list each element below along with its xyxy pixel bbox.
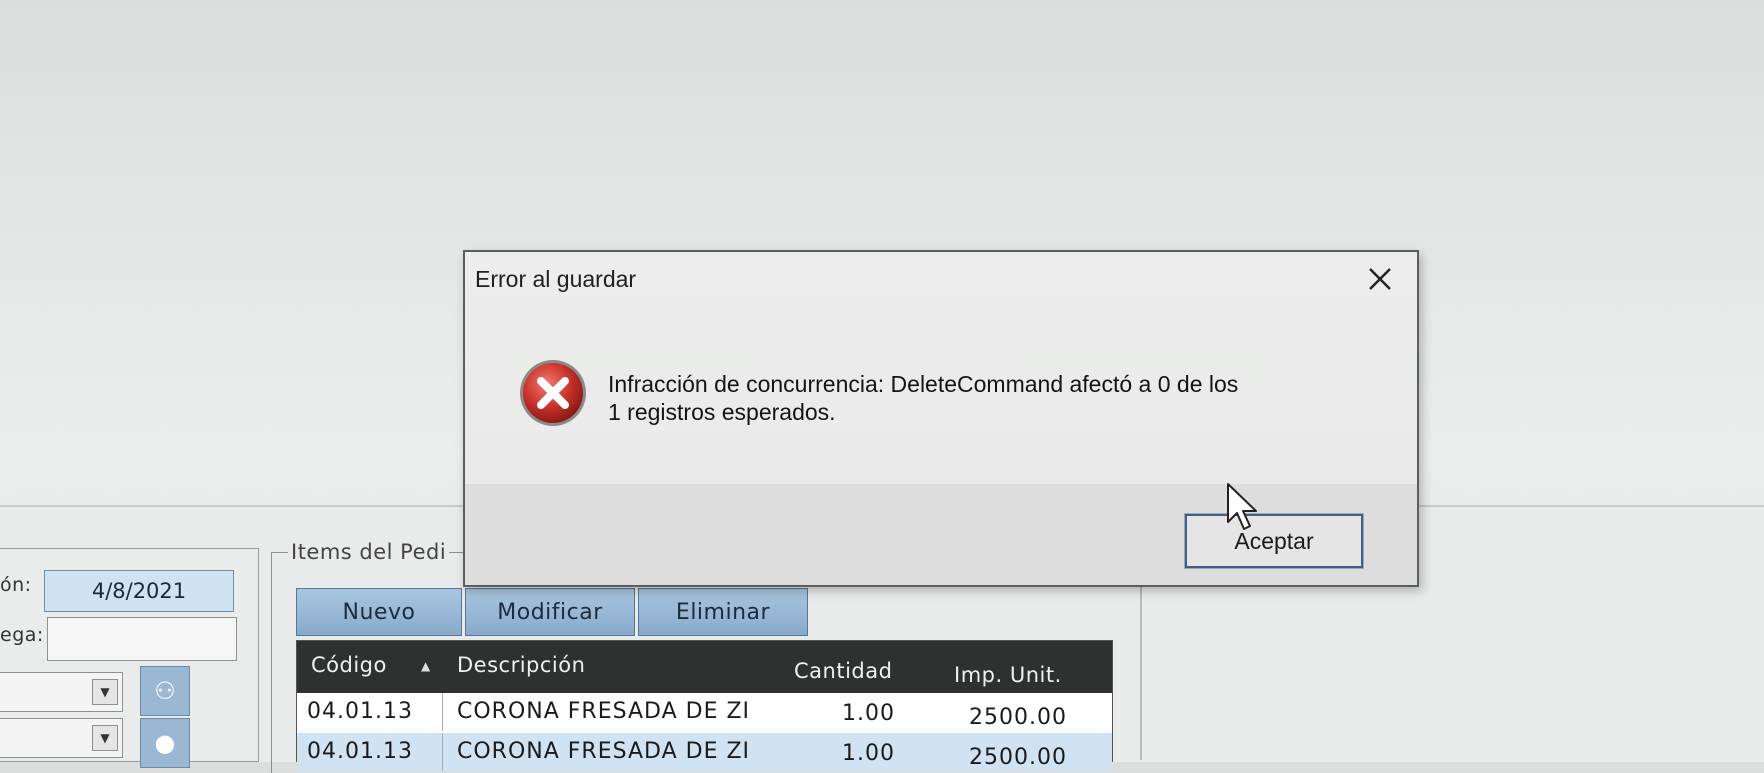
lookup-button-2[interactable]: ● [140, 718, 190, 768]
error-dialog: Error al guardar Infracción de concurren… [463, 250, 1419, 587]
date-field[interactable]: 4/8/2021 [44, 570, 234, 612]
cell-separator [442, 733, 443, 771]
delete-button[interactable]: Eliminar [638, 588, 808, 636]
error-message-line-1: Infracción de concurrencia: DeleteComman… [608, 371, 1239, 397]
new-button[interactable]: Nuevo [296, 588, 462, 636]
column-header-codigo[interactable]: Código [311, 653, 387, 677]
cell-cantidad: 1.00 [842, 741, 895, 766]
user-icon: ● [154, 729, 176, 757]
chevron-down-icon[interactable]: ▼ [92, 679, 118, 705]
cell-descripcion: CORONA FRESADA DE ZI [457, 739, 751, 764]
lookup-button-1[interactable]: ⚇ [140, 666, 190, 716]
column-header-cantidad[interactable]: Cantidad [794, 659, 892, 683]
combo-box-2[interactable]: ▼ [0, 718, 123, 758]
close-button[interactable] [1363, 262, 1397, 296]
delivery-label: ega: [0, 624, 44, 646]
divider [1140, 560, 1142, 760]
dialog-title: Error al guardar [475, 266, 637, 292]
error-message: Infracción de concurrencia: DeleteComman… [608, 370, 1368, 426]
error-icon [520, 360, 586, 426]
grid-header: Código ▲ Descripción Cantidad Imp. Unit. [297, 641, 1112, 693]
cell-imp-unit: 2500.00 [969, 705, 1067, 730]
modify-button[interactable]: Modificar [465, 588, 635, 636]
items-group-title: Items del Pedi [288, 540, 450, 564]
close-icon [1369, 268, 1391, 290]
cell-descripcion: CORONA FRESADA DE ZI [457, 699, 751, 724]
delivery-field[interactable] [47, 617, 237, 661]
cell-codigo: 04.01.13 [307, 739, 413, 764]
column-header-descripcion[interactable]: Descripción [457, 653, 585, 677]
cell-imp-unit: 2500.00 [969, 745, 1067, 770]
table-row[interactable]: 04.01.13 CORONA FRESADA DE ZI 1.00 2500.… [297, 733, 1112, 771]
error-message-line-2: 1 registros esperados. [608, 399, 836, 425]
ok-button[interactable]: Aceptar [1184, 513, 1364, 569]
chevron-down-icon[interactable]: ▼ [92, 725, 118, 751]
items-grid[interactable]: Código ▲ Descripción Cantidad Imp. Unit.… [296, 640, 1113, 771]
cell-cantidad: 1.00 [842, 701, 895, 726]
cell-codigo: 04.01.13 [307, 699, 413, 724]
mouse-pointer-icon [1227, 483, 1257, 530]
date-label: ón: [0, 574, 32, 596]
table-row[interactable]: 04.01.13 CORONA FRESADA DE ZI 1.00 2500.… [297, 693, 1112, 731]
column-header-imp-unit[interactable]: Imp. Unit. [954, 663, 1062, 687]
person-icon: ⚇ [154, 677, 176, 705]
sort-ascending-icon: ▲ [421, 659, 431, 673]
cell-separator [442, 693, 443, 731]
combo-box-1[interactable]: ▼ [0, 672, 123, 712]
